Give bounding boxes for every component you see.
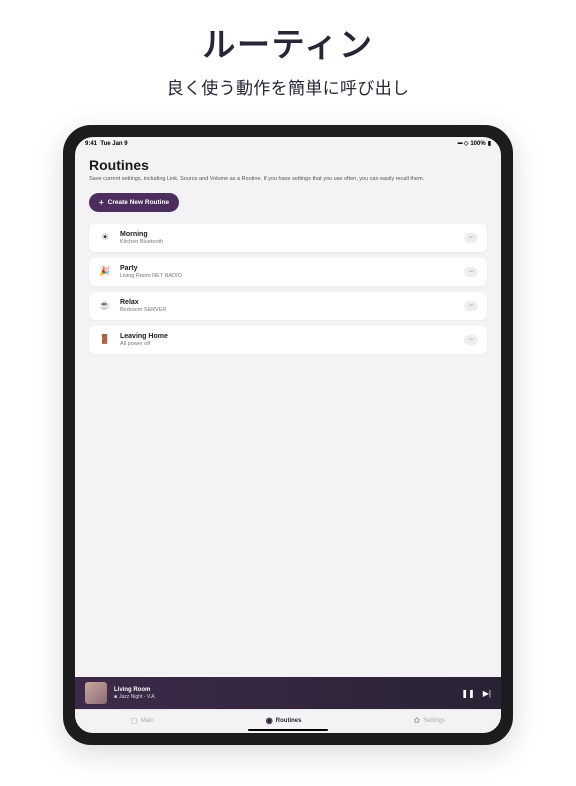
status-time-date: 9:41 Tue Jan 9 [85, 141, 128, 147]
page-description: Save current settings, including Link, S… [89, 176, 487, 184]
promo-title: ルーティン [0, 18, 576, 66]
routine-text: Leaving HomeAll power off [120, 333, 456, 347]
tab-main[interactable]: ◻ Main [131, 716, 154, 725]
routine-meta: Living Room NET RADIO [120, 273, 456, 279]
battery-icon: ▮ [488, 140, 491, 147]
wifi-icon: ◇ [464, 140, 469, 147]
player-room: Living Room [114, 687, 454, 693]
routine-name: Party [120, 265, 456, 272]
next-button[interactable]: ▶| [483, 689, 491, 698]
main-icon: ◻ [131, 716, 138, 725]
routine-more-button[interactable]: ··· [464, 335, 478, 345]
routine-text: RelaxBedroom SERVER [120, 299, 456, 313]
routine-icon: ☀ [98, 231, 112, 245]
routine-name: Relax [120, 299, 456, 306]
routine-name: Morning [120, 231, 456, 238]
content: Routines Save current settings, includin… [75, 147, 501, 677]
routine-text: PartyLiving Room NET RADIO [120, 265, 456, 279]
routine-list: ☀ MorningKitchen Bluetooth ··· 🎉 PartyLiving… [89, 224, 487, 354]
tab-settings[interactable]: ✿ Settings [414, 716, 445, 725]
settings-icon: ✿ [414, 716, 421, 725]
routine-card[interactable]: ☕ RelaxBedroom SERVER ··· [89, 292, 487, 320]
player-bar[interactable]: Living Room ■ Jazz Night - V.A. ❚❚ ▶| [75, 677, 501, 709]
promo-subtitle: 良く使う動作を簡単に呼び出し [0, 74, 576, 99]
routine-more-button[interactable]: ··· [464, 267, 478, 277]
status-right: ▪▪▪▪ ◇ 100% ▮ [457, 140, 491, 147]
routine-more-button[interactable]: ··· [464, 233, 478, 243]
create-routine-button[interactable]: + Create New Routine [89, 193, 179, 212]
create-button-label: Create New Routine [108, 199, 169, 206]
status-bar: 9:41 Tue Jan 9 ▪▪▪▪ ◇ 100% ▮ [75, 137, 501, 147]
album-art [85, 682, 107, 704]
player-controls: ❚❚ ▶| [461, 689, 491, 698]
routine-name: Leaving Home [120, 333, 456, 340]
routine-meta: Bedroom SERVER [120, 307, 456, 313]
routine-icon: 🎉 [98, 265, 112, 279]
routines-icon: ◉ [266, 716, 273, 725]
page-title: Routines [89, 157, 487, 173]
routine-meta: All power off [120, 341, 456, 347]
routine-icon: 🚪 [98, 333, 112, 347]
player-track: ■ Jazz Night - V.A. [114, 694, 454, 700]
plus-icon: + [99, 198, 104, 207]
routine-text: MorningKitchen Bluetooth [120, 231, 456, 245]
signal-icon: ▪▪▪▪ [457, 141, 462, 147]
routine-card[interactable]: 🎉 PartyLiving Room NET RADIO ··· [89, 258, 487, 286]
music-icon: ■ [114, 694, 117, 700]
tablet-screen: 9:41 Tue Jan 9 ▪▪▪▪ ◇ 100% ▮ Routines Sa… [75, 137, 501, 733]
player-text: Living Room ■ Jazz Night - V.A. [114, 687, 454, 700]
tablet-frame: 9:41 Tue Jan 9 ▪▪▪▪ ◇ 100% ▮ Routines Sa… [63, 125, 513, 745]
routine-card[interactable]: 🚪 Leaving HomeAll power off ··· [89, 326, 487, 354]
pause-button[interactable]: ❚❚ [461, 689, 474, 698]
tab-routines[interactable]: ◉ Routines [266, 716, 302, 725]
routine-card[interactable]: ☀ MorningKitchen Bluetooth ··· [89, 224, 487, 252]
home-indicator [248, 729, 328, 732]
routine-more-button[interactable]: ··· [464, 301, 478, 311]
routine-icon: ☕ [98, 299, 112, 313]
battery-text: 100% [470, 141, 485, 147]
routine-meta: Kitchen Bluetooth [120, 239, 456, 245]
